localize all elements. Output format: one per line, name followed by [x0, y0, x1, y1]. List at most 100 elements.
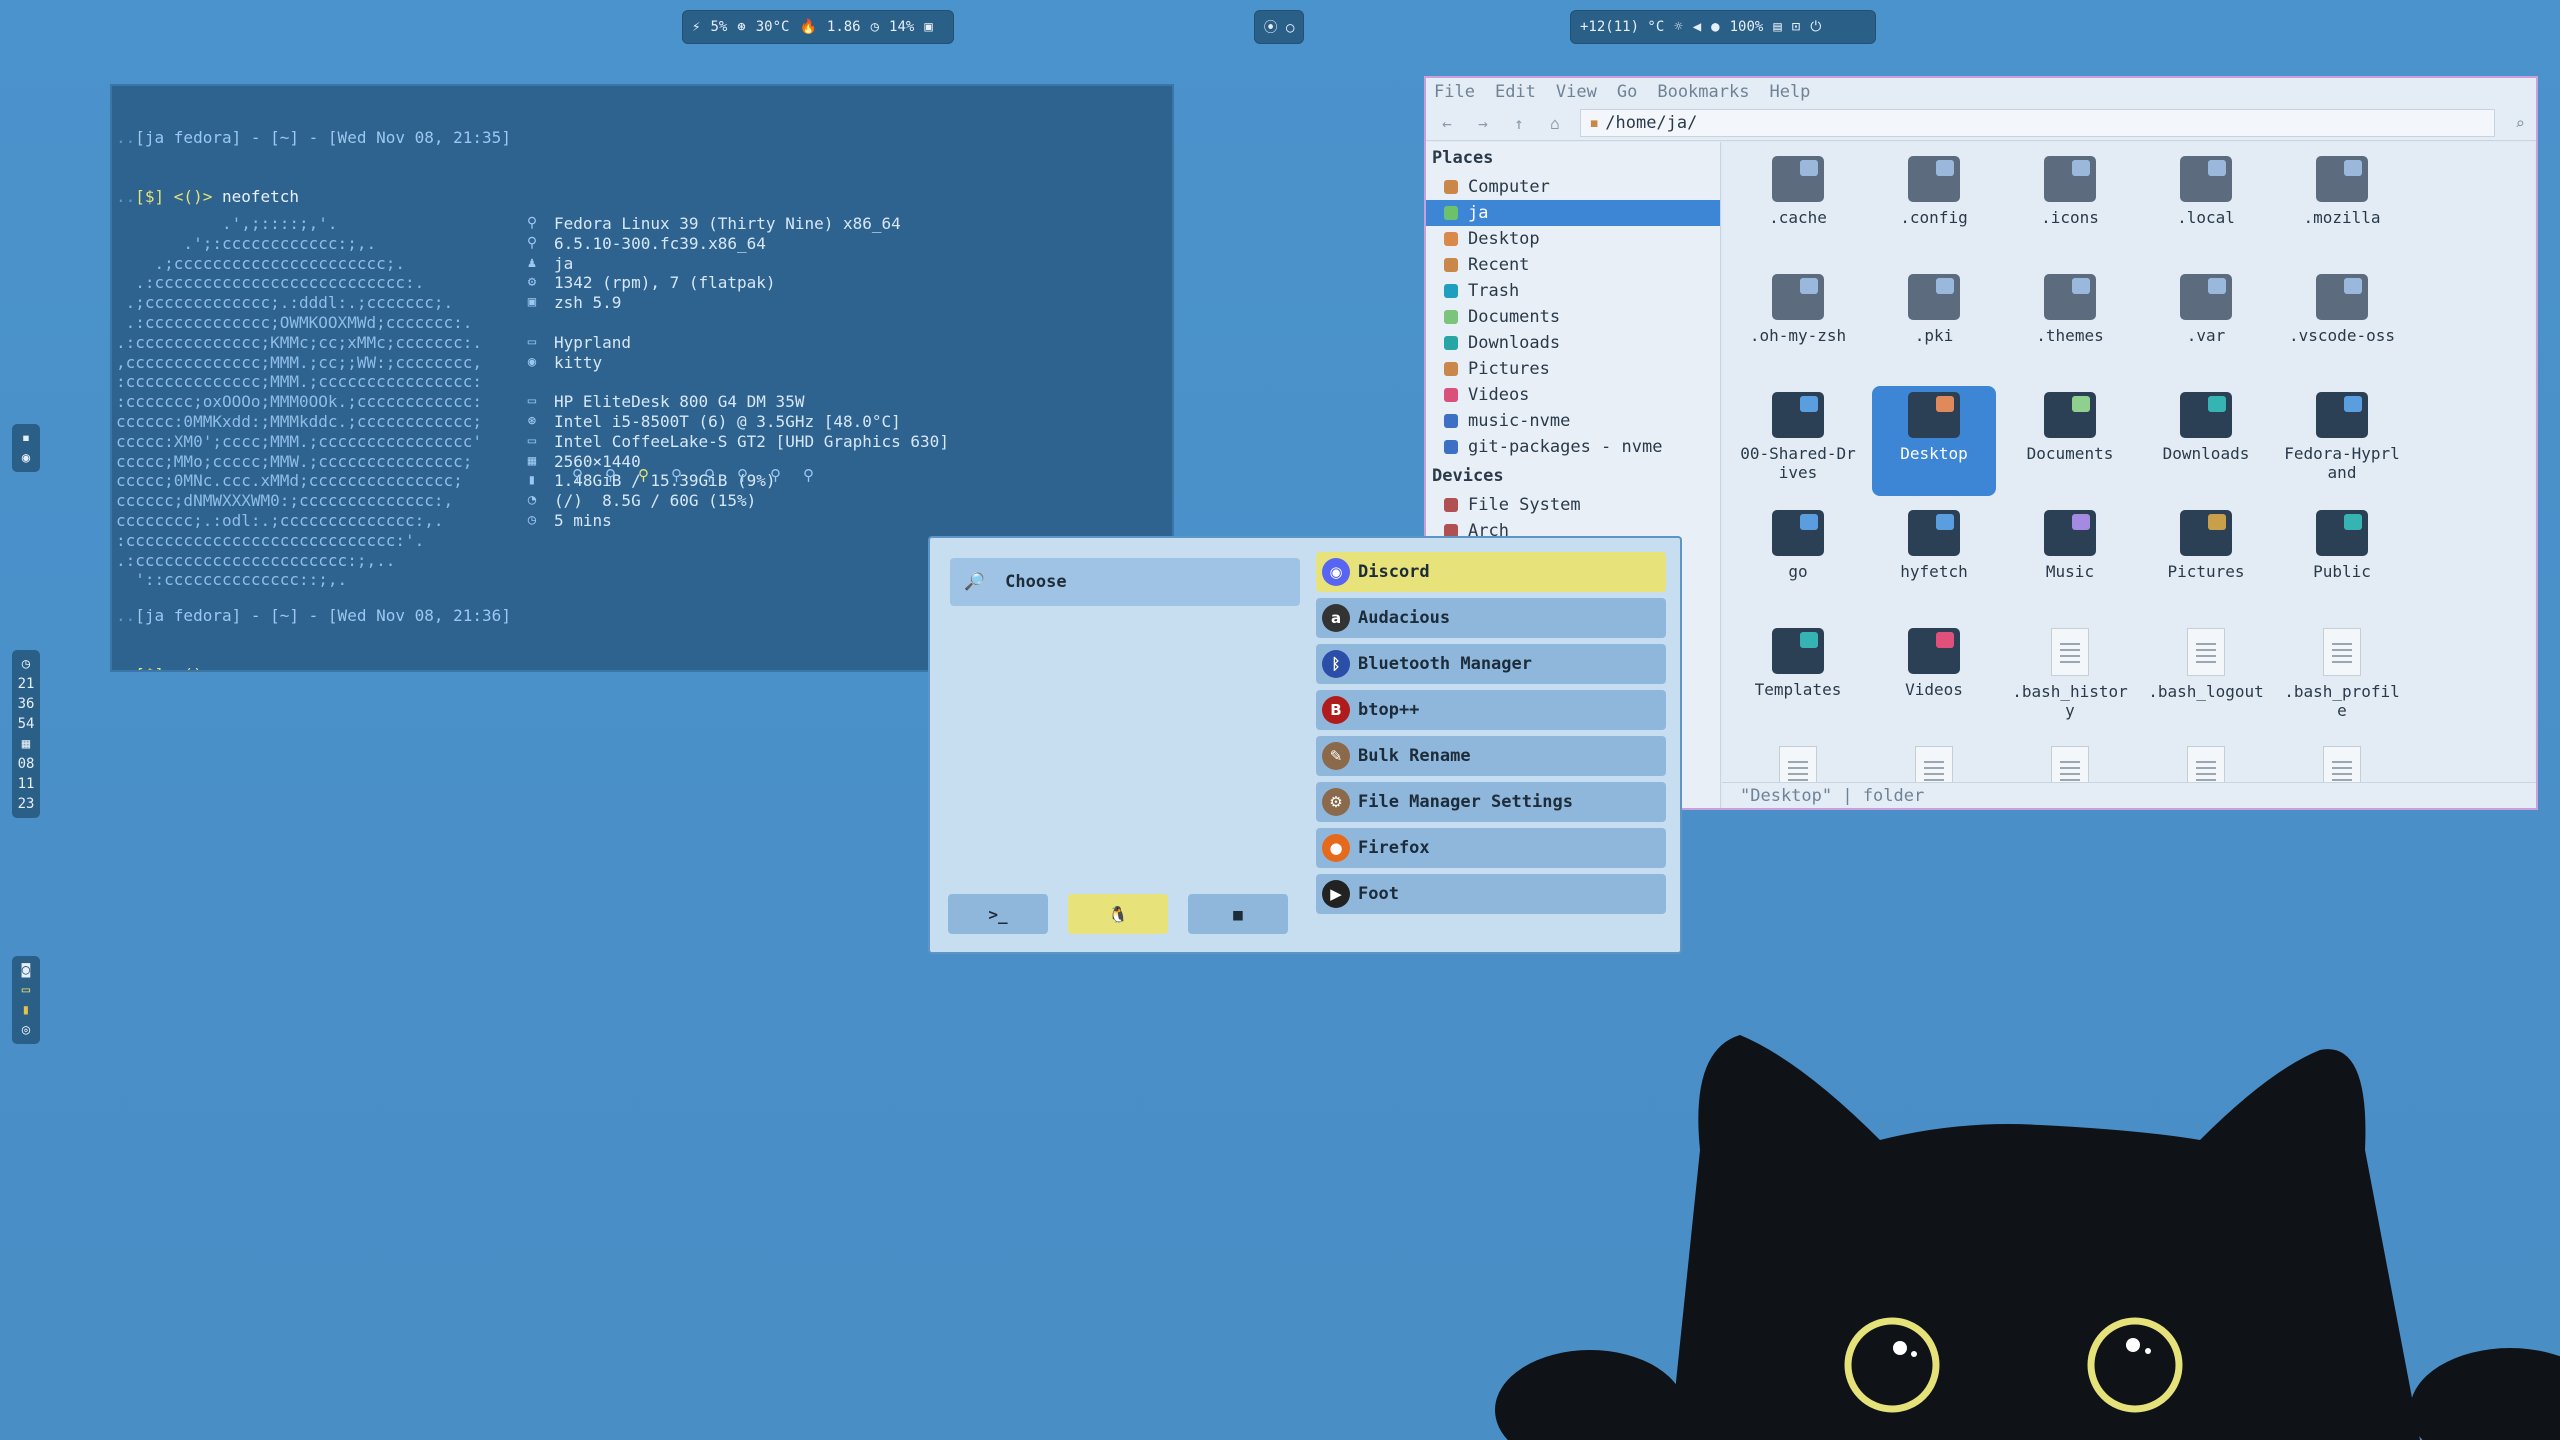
sidebar-item[interactable]: Recent [1426, 252, 1720, 278]
folder-emblem-icon [1936, 160, 1954, 176]
workspace-indicators[interactable]: ⦿ ○ [1264, 17, 1295, 37]
left-lock-module[interactable]: ▪ ◉ [12, 424, 40, 472]
file-name: hyfetch [1900, 562, 1968, 581]
file-item[interactable]: Music [2008, 504, 2132, 614]
file-item[interactable]: Public [2280, 504, 2404, 614]
file-item[interactable]: go [1736, 504, 1860, 614]
sidebar-item[interactable]: Videos [1426, 382, 1720, 408]
location-bar[interactable]: ▪/home/ja/ [1580, 109, 2495, 137]
back-icon[interactable]: ← [1436, 114, 1458, 133]
discord-tray-icon[interactable]: ◙ [22, 962, 30, 978]
app-entry[interactable]: ▶ Foot [1316, 874, 1666, 914]
up-icon[interactable]: ↑ [1508, 114, 1530, 133]
sidebar-item[interactable]: File System [1426, 492, 1720, 518]
file-item[interactable]: Downloads [2144, 386, 2268, 496]
logo-line: cccccc:0MMKxdd:;MMMkddc.;cccccccccccc; [116, 411, 483, 431]
file-item[interactable]: .vscode-oss [2280, 268, 2404, 378]
sidebar-item[interactable]: music-nvme [1426, 408, 1720, 434]
menu-help[interactable]: Help [1769, 82, 1810, 102]
file-grid[interactable]: .cache .config .icons .local .mozilla .oh-my-… [1722, 142, 2534, 808]
record-tray-icon[interactable]: ◎ [22, 1022, 30, 1038]
window-tray-icon[interactable]: ▭ [22, 982, 30, 998]
sidebar-item[interactable]: ja [1426, 200, 1720, 226]
file-item[interactable]: .themes [2008, 268, 2132, 378]
app-label: Bulk Rename [1358, 746, 1471, 766]
app-label: Bluetooth Manager [1358, 654, 1532, 674]
app-entry[interactable]: a Audacious [1316, 598, 1666, 638]
place-icon [1444, 388, 1458, 402]
app-entry[interactable]: ◉ Discord [1316, 552, 1666, 592]
app-entry[interactable]: Bbtop++ [1316, 690, 1666, 730]
file-item[interactable]: .bash_profile [2280, 622, 2404, 732]
power-icon[interactable]: ⏻ [1810, 19, 1821, 35]
file-item[interactable]: .config [1872, 150, 1996, 260]
app-entry[interactable]: ✎ Bulk Rename [1316, 736, 1666, 776]
mode-files-button[interactable]: ■ [1188, 894, 1288, 934]
file-item[interactable]: hyfetch [1872, 504, 1996, 614]
weather[interactable]: +12(11) °C [1580, 19, 1664, 35]
microphone-icon[interactable]: ● [1711, 19, 1719, 35]
search-input[interactable]: 🔎 Choose [950, 558, 1300, 606]
mode-apps-button[interactable]: 🐧 [1068, 894, 1168, 934]
sidebar-item[interactable]: Downloads [1426, 330, 1720, 356]
menu-file[interactable]: File [1434, 82, 1475, 102]
folder-emblem-icon [1800, 396, 1818, 412]
file-item[interactable]: .cache [1736, 150, 1860, 260]
lock-icon[interactable]: ⊡ [1792, 19, 1800, 35]
file-item[interactable]: .var [2144, 268, 2268, 378]
status-module[interactable]: +12(11) °C ☼ ◀ ● 100% ▤ ⊡ ⏻ [1570, 10, 1876, 44]
app-label: btop++ [1358, 700, 1420, 720]
file-item[interactable]: Documents [2008, 386, 2132, 496]
sidebar-item[interactable]: Desktop [1426, 226, 1720, 252]
menu-bar[interactable]: File Edit View Go Bookmarks Help [1426, 78, 2536, 106]
left-tray-module[interactable]: ◙ ▭ ▮ ◎ [12, 956, 40, 1044]
volume-icon[interactable]: ◀ [1693, 19, 1701, 35]
cursor-line[interactable]: ..[$] <()> ▯ [116, 665, 511, 670]
menu-go[interactable]: Go [1617, 82, 1637, 102]
workspaces-module[interactable]: ⦿ ○ [1254, 10, 1304, 44]
file-item[interactable]: Templates [1736, 622, 1860, 732]
toolbar[interactable]: ← → ↑ ⌂ ▪/home/ja/ ⌕ [1426, 106, 2536, 141]
mode-terminal-button[interactable]: >_ [948, 894, 1048, 934]
logo-line: .:cccccccccccccccccccccccccc:. [116, 273, 425, 293]
file-item[interactable]: 00-Shared-Drives [1736, 386, 1860, 496]
lock-icon[interactable]: ▪ [22, 430, 30, 446]
forward-icon[interactable]: → [1472, 114, 1494, 133]
folder-emblem-icon [2072, 396, 2090, 412]
file-item[interactable]: .oh-my-zsh [1736, 268, 1860, 378]
app-entry[interactable]: ● Firefox [1316, 828, 1666, 868]
sidebar-item[interactable]: Trash [1426, 278, 1720, 304]
brightness-icon[interactable]: ☼ [1674, 19, 1682, 35]
storage-icon: ▣ [924, 19, 933, 35]
sidebar-item[interactable]: Pictures [1426, 356, 1720, 382]
file-item[interactable]: .local [2144, 150, 2268, 260]
menu-edit[interactable]: Edit [1495, 82, 1536, 102]
eye-icon[interactable]: ◉ [22, 450, 30, 466]
file-item[interactable]: .bash_history [2008, 622, 2132, 732]
app-entry[interactable]: ᛒ Bluetooth Manager [1316, 644, 1666, 684]
folder-emblem-icon [2072, 514, 2090, 530]
file-item[interactable]: Fedora-Hyprland [2280, 386, 2404, 496]
system-stats-module[interactable]: ⚡ 5% ⊛ 30°C 🔥 1.86 ◷ 14% ▣ [682, 10, 954, 44]
sidebar-item[interactable]: Computer [1426, 174, 1720, 200]
file-item[interactable]: .mozilla [2280, 150, 2404, 260]
folder-emblem-icon [2208, 278, 2226, 294]
file-item[interactable]: .icons [2008, 150, 2132, 260]
sidebar-item[interactable]: git-packages - nvme [1426, 434, 1720, 460]
file-item[interactable]: .pki [1872, 268, 1996, 378]
battery-tray-icon[interactable]: ▮ [22, 1002, 30, 1018]
keyboard-icon[interactable]: ▤ [1773, 19, 1781, 35]
sidebar-item[interactable]: Documents [1426, 304, 1720, 330]
menu-view[interactable]: View [1556, 82, 1597, 102]
app-entry[interactable]: ⚙ File Manager Settings [1316, 782, 1666, 822]
file-item[interactable]: .bash_logout [2144, 622, 2268, 732]
app-list[interactable]: ◉ Discord a Audacious ᛒ Bluetooth Manager Bbto… [1316, 552, 1666, 920]
app-label: Firefox [1358, 838, 1430, 858]
home-icon[interactable]: ⌂ [1544, 114, 1566, 133]
search-icon[interactable]: ⌕ [2509, 114, 2531, 133]
file-item[interactable]: Desktop [1872, 386, 1996, 496]
file-item[interactable]: Videos [1872, 622, 1996, 732]
menu-bookmarks[interactable]: Bookmarks [1657, 82, 1749, 102]
file-item[interactable]: Pictures [2144, 504, 2268, 614]
app-launcher[interactable]: 🔎 Choose ◉ Discord a Audacious ᛒ Bluetooth Ma… [928, 536, 1682, 954]
